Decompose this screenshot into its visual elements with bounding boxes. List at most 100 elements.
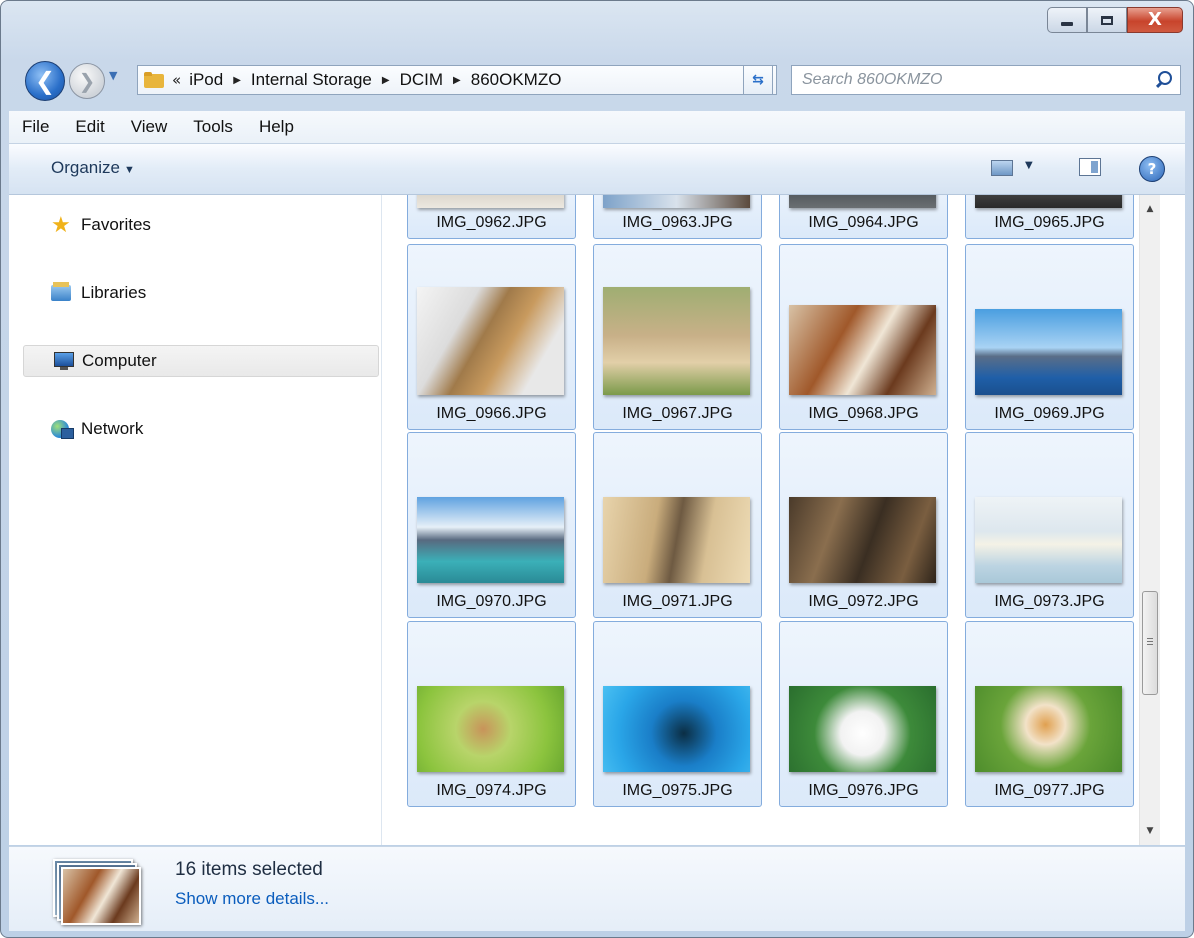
grip-icon — [1147, 638, 1153, 646]
back-button[interactable]: ❮ — [25, 61, 65, 101]
file-tile[interactable]: IMG_0971.JPG — [593, 432, 762, 618]
scrollbar-thumb[interactable] — [1142, 591, 1158, 695]
close-icon: X — [1148, 9, 1162, 30]
network-icon — [51, 419, 74, 439]
minimize-icon — [1061, 22, 1073, 26]
file-list: IMG_0962.JPG IMG_0963.JPG IMG_0964.JPG I… — [382, 195, 1160, 845]
file-name: IMG_0971.JPG — [622, 593, 733, 610]
menu-view[interactable]: View — [118, 117, 181, 137]
image-thumbnail — [417, 686, 564, 772]
maximize-button[interactable] — [1087, 7, 1127, 33]
scroll-down-arrow-icon[interactable]: ▼ — [1140, 821, 1160, 841]
file-tile[interactable]: IMG_0965.JPG — [965, 195, 1134, 239]
file-tile[interactable]: IMG_0969.JPG — [965, 244, 1134, 430]
menu-help[interactable]: Help — [246, 117, 307, 137]
search-box[interactable] — [791, 65, 1181, 95]
image-thumbnail — [975, 309, 1122, 395]
file-tile[interactable]: IMG_0976.JPG — [779, 621, 948, 807]
navigation-pane: ★ Favorites Libraries Computer Network — [9, 195, 382, 845]
explorer-window: X ❮ ❯ ▼ « iPod ▶ Internal Storage ▶ DCIM… — [0, 0, 1194, 938]
title-bar[interactable]: X — [1, 1, 1193, 47]
image-thumbnail — [603, 497, 750, 583]
sidebar-item-libraries[interactable]: Libraries — [51, 277, 146, 309]
search-input[interactable] — [792, 70, 1150, 90]
menu-bar: File Edit View Tools Help — [9, 111, 1185, 144]
image-thumbnail — [975, 497, 1122, 583]
file-tile[interactable]: IMG_0967.JPG — [593, 244, 762, 430]
file-tile[interactable]: IMG_0964.JPG — [779, 195, 948, 239]
file-name: IMG_0962.JPG — [436, 214, 547, 231]
breadcrumb-separator-icon[interactable]: ▶ — [382, 75, 390, 86]
sidebar-item-computer[interactable]: Computer — [23, 345, 379, 377]
show-more-details-link[interactable]: Show more details... — [175, 889, 329, 909]
file-tile[interactable]: IMG_0974.JPG — [407, 621, 576, 807]
image-thumbnail — [789, 305, 936, 395]
sidebar-item-network[interactable]: Network — [51, 413, 143, 445]
details-pane: 16 items selected Show more details... — [9, 846, 1185, 931]
file-name: IMG_0964.JPG — [808, 214, 919, 231]
address-row: ❮ ❯ ▼ « iPod ▶ Internal Storage ▶ DCIM ▶… — [21, 59, 1181, 101]
search-icon[interactable] — [1150, 66, 1180, 94]
image-thumbnail — [417, 287, 564, 395]
back-arrow-icon: ❮ — [34, 67, 56, 95]
breadcrumb-ipod[interactable]: iPod — [189, 70, 223, 90]
image-thumbnail — [789, 195, 936, 208]
vertical-scrollbar[interactable]: ▲ ▼ — [1139, 195, 1160, 845]
file-name: IMG_0967.JPG — [622, 405, 733, 422]
file-tile[interactable]: IMG_0966.JPG — [407, 244, 576, 430]
refresh-button[interactable]: ⇆ — [743, 65, 773, 95]
file-name: IMG_0970.JPG — [436, 593, 547, 610]
view-options-dropdown[interactable]: ▼ — [1025, 160, 1033, 171]
image-thumbnail — [789, 686, 936, 772]
refresh-icon: ⇆ — [752, 72, 764, 88]
folder-icon — [144, 72, 164, 88]
breadcrumb-overflow[interactable]: « — [172, 71, 181, 89]
file-tile[interactable]: IMG_0962.JPG — [407, 195, 576, 239]
recent-pages-dropdown[interactable]: ▼ — [109, 69, 123, 89]
breadcrumb-internal-storage[interactable]: Internal Storage — [251, 70, 372, 90]
selection-thumbnail-stack — [53, 859, 143, 925]
menu-edit[interactable]: Edit — [62, 117, 117, 137]
forward-button[interactable]: ❯ — [69, 63, 105, 99]
image-thumbnail — [603, 195, 750, 208]
computer-icon — [52, 351, 74, 371]
file-tile[interactable]: IMG_0972.JPG — [779, 432, 948, 618]
file-name: IMG_0965.JPG — [994, 214, 1105, 231]
image-thumbnail — [417, 497, 564, 583]
image-thumbnail — [603, 686, 750, 772]
organize-label: Organize — [51, 158, 120, 177]
minimize-button[interactable] — [1047, 7, 1087, 33]
breadcrumb-current-folder[interactable]: 860OKMZO — [471, 70, 562, 90]
address-bar[interactable]: « iPod ▶ Internal Storage ▶ DCIM ▶ 860OK… — [137, 65, 777, 95]
file-tile[interactable]: IMG_0973.JPG — [965, 432, 1134, 618]
file-name: IMG_0973.JPG — [994, 593, 1105, 610]
file-name: IMG_0968.JPG — [808, 405, 919, 422]
star-icon: ★ — [51, 212, 71, 237]
file-name: IMG_0974.JPG — [436, 782, 547, 799]
image-thumbnail — [789, 497, 936, 583]
sidebar-item-favorites[interactable]: ★ Favorites — [51, 209, 151, 241]
menu-file[interactable]: File — [9, 117, 62, 137]
scroll-up-arrow-icon[interactable]: ▲ — [1140, 199, 1160, 219]
file-name: IMG_0963.JPG — [622, 214, 733, 231]
help-button[interactable]: ? — [1139, 156, 1165, 182]
sidebar-item-label: Libraries — [81, 283, 147, 302]
change-view-button[interactable] — [991, 160, 1013, 176]
file-tile[interactable]: IMG_0975.JPG — [593, 621, 762, 807]
image-thumbnail — [603, 287, 750, 395]
menu-tools[interactable]: Tools — [180, 117, 246, 137]
breadcrumb-separator-icon[interactable]: ▶ — [453, 75, 461, 86]
file-tile[interactable]: IMG_0977.JPG — [965, 621, 1134, 807]
sidebar-item-label: Network — [81, 419, 144, 438]
file-tile[interactable]: IMG_0970.JPG — [407, 432, 576, 618]
file-tile[interactable]: IMG_0968.JPG — [779, 244, 948, 430]
organize-button[interactable]: Organize ▼ — [51, 158, 135, 178]
preview-pane-button[interactable] — [1079, 158, 1101, 176]
breadcrumb-separator-icon[interactable]: ▶ — [233, 75, 241, 86]
breadcrumb-dcim[interactable]: DCIM — [400, 70, 443, 90]
file-tile[interactable]: IMG_0963.JPG — [593, 195, 762, 239]
file-name: IMG_0972.JPG — [808, 593, 919, 610]
image-thumbnail — [975, 195, 1122, 208]
close-button[interactable]: X — [1127, 7, 1183, 33]
image-thumbnail — [417, 195, 564, 208]
